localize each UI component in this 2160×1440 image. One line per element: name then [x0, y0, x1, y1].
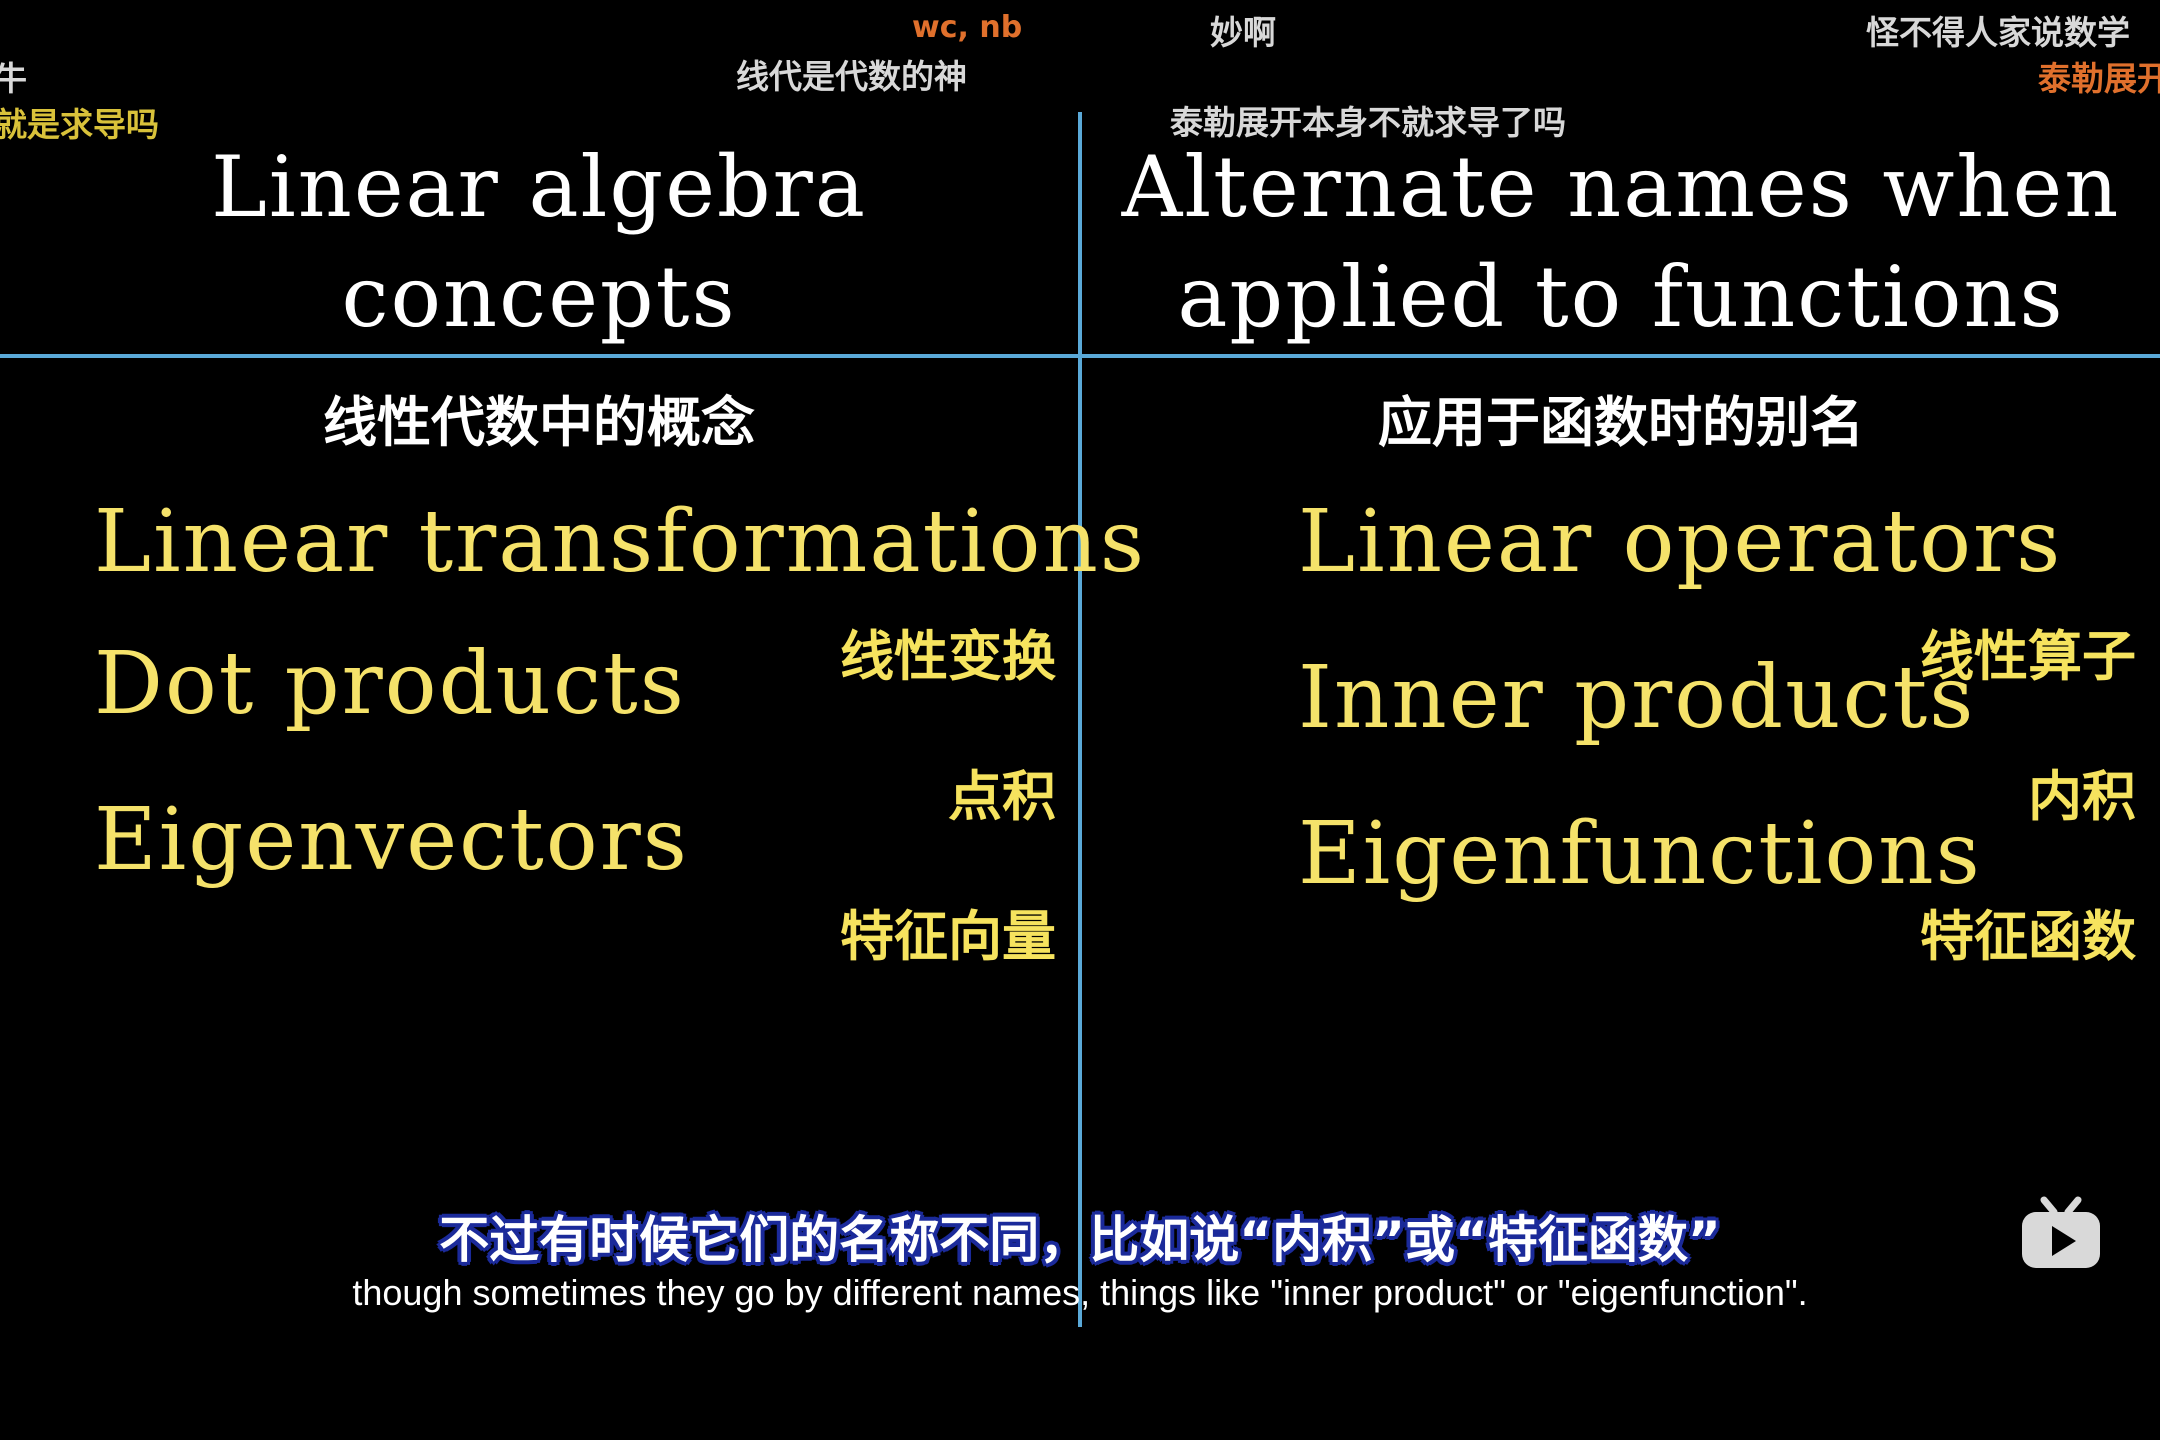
term-zh-linear-operators: 线性算子 [1920, 625, 2136, 688]
danmaku-comment[interactable]: 怪不得人家说数学 [1866, 6, 2130, 54]
right-heading-line1: Alternate names when [1121, 138, 2121, 236]
right-heading-zh: 应用于函数时的别名 [1378, 391, 1864, 454]
danmaku-comment[interactable]: 泰勒展开 [2038, 52, 2160, 100]
left-heading-line1: Linear algebra [211, 138, 867, 236]
term-zh-eigenvectors: 特征向量 [840, 905, 1056, 968]
danmaku-comment[interactable]: 就是求导吗 [0, 98, 159, 146]
term-linear-transformations: Linear transformations [94, 492, 1146, 592]
subtitle-english: though sometimes they go by different na… [352, 1272, 1808, 1313]
term-eigenfunctions: Eigenfunctions [1298, 804, 1982, 904]
video-frame[interactable]: Linear algebra concepts Alternate names … [0, 0, 2160, 1440]
right-heading: Alternate names when applied to function… [1082, 132, 2160, 352]
bilibili-tv-icon[interactable] [2020, 1196, 2102, 1270]
danmaku-comment[interactable]: wc, nb [912, 10, 1022, 45]
term-eigenvectors: Eigenvectors [94, 790, 689, 890]
left-heading-zh: 线性代数中的概念 [323, 391, 755, 454]
tv-icon [2022, 1196, 2100, 1268]
horizontal-divider [0, 354, 2160, 358]
danmaku-comment[interactable]: 牛 [0, 52, 27, 100]
term-zh-inner-products: 内积 [2028, 765, 2136, 828]
subtitle-chinese: 不过有时候它们的名称不同，比如说“内积”或“特征函数” [439, 1211, 1721, 1269]
term-zh-dot-products: 点积 [948, 765, 1056, 828]
danmaku-comment[interactable]: 线代是代数的神 [736, 50, 967, 98]
left-heading: Linear algebra concepts [0, 132, 1078, 352]
danmaku-comment[interactable]: 泰勒展开本身不就求导了吗 [1170, 96, 1566, 144]
right-heading-line2: applied to functions [1177, 248, 2065, 346]
term-dot-products: Dot products [94, 634, 686, 734]
term-linear-operators: Linear operators [1298, 492, 2063, 592]
danmaku-comment[interactable]: 妙啊 [1210, 6, 1276, 54]
term-zh-linear-transformations: 线性变换 [840, 625, 1056, 688]
term-zh-eigenfunctions: 特征函数 [1920, 905, 2136, 968]
left-heading-line2: concepts [341, 248, 737, 346]
term-inner-products: Inner products [1298, 648, 1976, 748]
